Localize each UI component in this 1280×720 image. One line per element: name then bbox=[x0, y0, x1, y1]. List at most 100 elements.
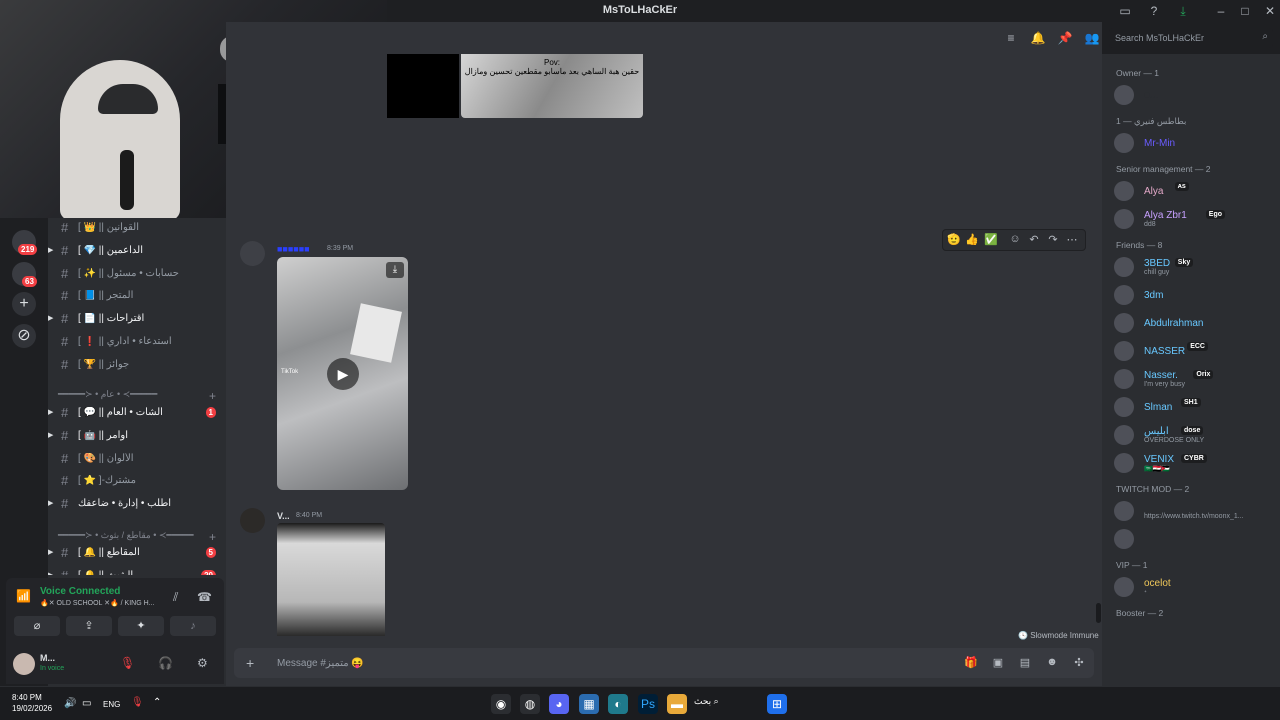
thumbs-up-icon[interactable]: 👍 bbox=[964, 233, 980, 247]
avatar[interactable] bbox=[13, 653, 35, 675]
channel-item[interactable]: ▶ # [ 🤖 || اوامر bbox=[48, 425, 226, 447]
hash-icon: # bbox=[61, 334, 69, 349]
channel-item[interactable]: # [ ✨ || حسابات • مسئول bbox=[48, 263, 226, 285]
channel-item[interactable]: # [ 👑 || القوانين bbox=[48, 217, 226, 239]
mic-tray-icon[interactable]: 🎙 bbox=[131, 697, 144, 708]
app-icon[interactable]: ▦ bbox=[579, 694, 599, 714]
chat-scrollbar[interactable] bbox=[1096, 603, 1101, 623]
activities-button[interactable]: ✦ bbox=[118, 616, 164, 636]
maximize-icon[interactable]: □ bbox=[1237, 3, 1253, 19]
apps-icon[interactable]: ✣ bbox=[1072, 656, 1086, 670]
check-icon[interactable]: ✅ bbox=[983, 233, 999, 247]
member-row[interactable]: Alya Zbr1 dd8 Ego bbox=[1110, 206, 1276, 232]
member-row[interactable]: ■... bbox=[1110, 82, 1276, 108]
member-row[interactable]: Alya ᴀs bbox=[1110, 178, 1276, 204]
show-hidden-icons-icon[interactable]: ⌃ bbox=[153, 697, 161, 708]
camera-off-button[interactable]: ⌀ bbox=[14, 616, 60, 636]
member-name: Alya bbox=[1144, 186, 1164, 197]
previous-attachment[interactable] bbox=[387, 54, 459, 118]
member-row[interactable]: VENIX⁠🇸🇦🇪🇬🇯🇴 CYBR bbox=[1110, 450, 1276, 476]
inbox-icon[interactable]: ▭ bbox=[1117, 3, 1133, 19]
member-row[interactable]: ابليس OVERDOSE ONLY dose bbox=[1110, 422, 1276, 448]
reply-icon[interactable]: ↶ bbox=[1026, 233, 1042, 247]
member-row[interactable]: https://www.twitch.tv/moonx_1... bbox=[1110, 498, 1276, 524]
obs-icon[interactable]: ◉ bbox=[491, 694, 511, 714]
edge-icon[interactable]: ◐ bbox=[608, 694, 628, 714]
channel-item[interactable]: # [ 🎨 || الألوان bbox=[48, 448, 226, 470]
noise-suppression-icon[interactable]: ⫽ bbox=[173, 590, 178, 605]
user-panel bbox=[6, 646, 224, 684]
gift-icon[interactable]: 🎁 bbox=[964, 656, 978, 670]
slowmode-indicator: 🕓 Slowmode Immune bbox=[1018, 631, 1099, 640]
taskbar-clock[interactable]: 8:40 PM 19/02/2026 bbox=[12, 692, 52, 714]
avatar[interactable] bbox=[240, 241, 265, 266]
member-row[interactable]: Nasser. I'm very busy Orix bbox=[1110, 366, 1276, 392]
channel-item[interactable]: ▶ # [ 💎 || الداعمين bbox=[48, 240, 226, 262]
screenshare-button[interactable]: ⇪ bbox=[66, 616, 112, 636]
add-channel-icon[interactable]: + bbox=[209, 389, 216, 403]
channel-item[interactable]: ▶ # [ 💬 || الشات • العام 1 bbox=[48, 402, 226, 424]
user-name[interactable]: M... bbox=[40, 653, 55, 663]
channel-item[interactable]: ▶ # [ 🔔 || البثوث 20 bbox=[48, 565, 226, 575]
disconnect-icon[interactable]: ☎ bbox=[197, 590, 212, 604]
volume-icon[interactable]: 🔊 bbox=[64, 698, 76, 709]
reaction-emoji-icon[interactable]: 🫡 bbox=[946, 233, 962, 247]
channel-item[interactable]: ▶ # [ 🔔 || المقاطع 5 bbox=[48, 542, 226, 564]
forward-icon[interactable]: ↷ bbox=[1045, 233, 1061, 247]
search-input[interactable]: Search MsToLHaCkEr ⌕ bbox=[1109, 28, 1273, 48]
notification-bell-icon[interactable]: 🔔 bbox=[1030, 31, 1046, 47]
member-row[interactable]: ocelot ᐩ bbox=[1110, 574, 1276, 600]
download-icon[interactable]: ⤓ bbox=[1175, 3, 1191, 19]
help-icon[interactable]: ? bbox=[1146, 3, 1162, 19]
file-explorer-icon[interactable]: ▬ bbox=[667, 694, 687, 714]
channel-item[interactable]: ▶ # [ 📄 || اقتراحات bbox=[48, 308, 226, 330]
network-icon[interactable]: ▭ bbox=[82, 698, 91, 709]
channel-item[interactable]: # [ 🏆 || جوائز bbox=[48, 354, 226, 376]
member-row[interactable]: Slman SH1 bbox=[1110, 394, 1276, 420]
member-list-icon[interactable]: 👥 bbox=[1084, 31, 1100, 47]
soundboard-button[interactable]: ♪ bbox=[170, 616, 216, 636]
avatar bbox=[1114, 501, 1134, 521]
sticker-icon[interactable]: ▤ bbox=[1018, 656, 1032, 670]
discord-icon[interactable]: ◕ bbox=[549, 694, 569, 714]
threads-icon[interactable]: ≡ bbox=[1003, 31, 1019, 47]
discover-icon[interactable]: ⊘ bbox=[12, 324, 36, 348]
attach-plus-icon[interactable]: + bbox=[246, 655, 254, 671]
play-icon[interactable]: ▶ bbox=[327, 358, 359, 390]
language-indicator[interactable]: ENG bbox=[103, 700, 120, 709]
member-row[interactable]: Abdulrahman bbox=[1110, 310, 1276, 336]
member-name: Mr-Min bbox=[1144, 138, 1176, 149]
member-row[interactable] bbox=[1110, 526, 1276, 552]
more-options-icon[interactable]: ⋯ bbox=[1064, 233, 1080, 247]
chrome-icon[interactable]: ◍ bbox=[520, 694, 540, 714]
pin-icon[interactable]: 📌 bbox=[1057, 31, 1073, 47]
avatar[interactable] bbox=[240, 508, 265, 533]
message-input[interactable]: Message #متميز 😝 bbox=[277, 658, 364, 669]
mute-icon[interactable]: 🎙 bbox=[120, 656, 135, 670]
gif-icon[interactable]: ▣ bbox=[991, 656, 1005, 670]
member-row[interactable]: 3BED chill guy Sky bbox=[1110, 254, 1276, 280]
message-author[interactable]: V... bbox=[277, 511, 290, 521]
message-author[interactable]: ■■■■■■ bbox=[277, 244, 310, 254]
emoji-icon[interactable]: ☻ bbox=[1045, 656, 1059, 670]
member-row[interactable]: NASSER ECC bbox=[1110, 338, 1276, 364]
member-row[interactable]: Mr-Min bbox=[1110, 130, 1276, 156]
channel-item[interactable]: # [ 📘 || المتجر bbox=[48, 285, 226, 307]
channel-item[interactable]: # [ ❗ || استدعاء • اداري bbox=[48, 331, 226, 353]
add-server-icon[interactable]: + bbox=[12, 292, 36, 316]
start-menu-icon[interactable]: ⊞ bbox=[767, 694, 787, 714]
mention-badge: 1 bbox=[205, 407, 216, 418]
add-reaction-icon[interactable]: ☺ bbox=[1007, 233, 1023, 247]
voice-channel[interactable]: 🔥✕ OLD SCHOOL ✕🔥 / KING H... bbox=[40, 599, 165, 607]
channel-item[interactable]: # [ ⭐ ]-مشترك bbox=[48, 470, 226, 492]
close-icon[interactable]: ✕ bbox=[1262, 3, 1278, 19]
photoshop-icon[interactable]: Ps bbox=[638, 694, 658, 714]
settings-gear-icon[interactable]: ⚙ bbox=[197, 656, 208, 670]
member-row[interactable]: 3dm bbox=[1110, 282, 1276, 308]
video-attachment[interactable] bbox=[277, 523, 385, 636]
minimize-icon[interactable]: – bbox=[1213, 3, 1229, 19]
channel-item[interactable]: ▶ # أطلب • إدارة • ضاعفك bbox=[48, 493, 226, 515]
download-attachment-icon[interactable]: ⤓ bbox=[386, 262, 404, 278]
taskbar-search[interactable]: بحث ⌕ bbox=[694, 696, 719, 707]
deafen-icon[interactable]: 🎧 bbox=[158, 656, 173, 670]
